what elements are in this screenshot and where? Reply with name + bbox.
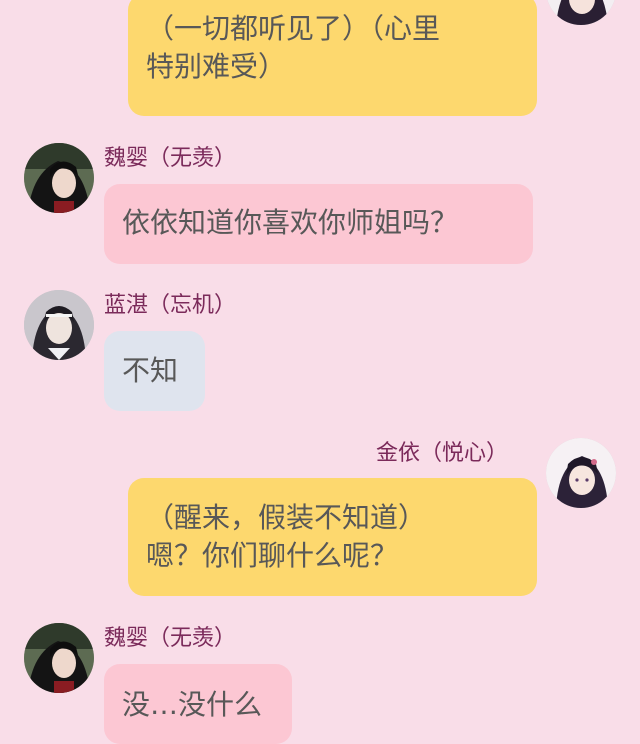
avatar[interactable] <box>546 0 616 25</box>
message-bubble: （一切都听见了）（心里 特别难受） <box>128 0 537 116</box>
avatar-image <box>24 143 94 213</box>
sender-name: 魏婴（无羡） <box>104 146 237 171</box>
message-text-line: （一切都听见了）（心里 <box>146 12 441 45</box>
message-bubble: 没…没什么 <box>104 664 292 744</box>
message-bubble: 不知 <box>104 331 205 411</box>
avatar[interactable] <box>24 290 94 360</box>
message-text-line: 依依知道你喜欢你师姐吗？ <box>122 206 459 239</box>
avatar-image <box>24 290 94 360</box>
avatar-image <box>546 0 616 25</box>
sender-name: 金依（悦心） <box>376 441 509 466</box>
avatar[interactable] <box>24 143 94 213</box>
avatar[interactable] <box>546 438 616 508</box>
sender-name: 魏婴（无羡） <box>104 626 237 651</box>
message-text-line: （醒来，假装不知道） <box>146 501 427 534</box>
message-bubble: （醒来，假装不知道） 嗯？你们聊什么呢？ <box>128 478 537 596</box>
message-bubble: 依依知道你喜欢你师姐吗？ <box>104 184 533 264</box>
avatar[interactable] <box>24 623 94 693</box>
message-text-line: 嗯？你们聊什么呢？ <box>146 539 399 572</box>
message-text-line: 不知 <box>122 354 179 387</box>
message-text-line: 没…没什么 <box>122 688 263 721</box>
avatar-image <box>24 623 94 693</box>
message-text-line: 特别难受） <box>146 50 287 83</box>
avatar-image <box>546 438 616 508</box>
sender-name: 蓝湛（忘机） <box>104 293 237 318</box>
